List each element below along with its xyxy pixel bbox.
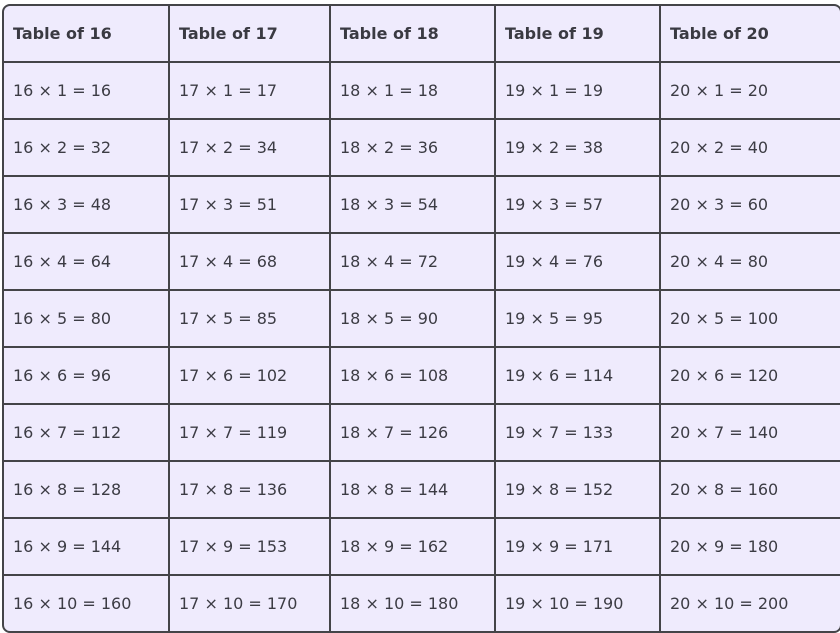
table-row: 16 × 8 = 128 17 × 8 = 136 18 × 8 = 144 19 ×… — [4, 462, 840, 519]
table-row: 16 × 9 = 144 17 × 9 = 153 18 × 9 = 162 19 ×… — [4, 519, 840, 576]
table-cell: 17 × 9 = 153 — [170, 519, 331, 576]
table-cell: 16 × 3 = 48 — [4, 177, 170, 234]
table-cell: 19 × 10 = 190 — [496, 576, 661, 631]
column-header: Table of 16 — [4, 6, 170, 63]
table-cell: 18 × 5 = 90 — [331, 291, 496, 348]
table-cell: 18 × 8 = 144 — [331, 462, 496, 519]
table-cell: 18 × 6 = 108 — [331, 348, 496, 405]
table-cell: 19 × 2 = 38 — [496, 120, 661, 177]
table-cell: 19 × 1 = 19 — [496, 63, 661, 120]
column-header: Table of 18 — [331, 6, 496, 63]
table-cell: 18 × 7 = 126 — [331, 405, 496, 462]
table-cell: 17 × 8 = 136 — [170, 462, 331, 519]
table-cell: 20 × 10 = 200 — [670, 594, 789, 613]
table-row: 16 × 7 = 112 17 × 7 = 119 18 × 7 = 126 19 ×… — [4, 405, 840, 462]
table-cell: 16 × 7 = 112 — [4, 405, 170, 462]
table-cell: 20 × 7 = 140 — [661, 405, 840, 462]
table-cell: 17 × 2 = 34 — [170, 120, 331, 177]
table-cell: 19 × 4 = 76 — [496, 234, 661, 291]
table-cell: 18 × 10 = 180 — [331, 576, 496, 631]
table-row: 16 × 10 = 160 17 × 10 = 170 18 × 10 = 180 1… — [4, 576, 840, 631]
table-cell: 16 × 9 = 144 — [4, 519, 170, 576]
table-cell: 20 × 1 = 20 — [661, 63, 840, 120]
table-cell: 16 × 5 = 80 — [4, 291, 170, 348]
table-cell: 16 × 4 = 64 — [4, 234, 170, 291]
multiplication-table: Table of 16 Table of 17 Table of 18 Tabl… — [2, 4, 840, 633]
header-row: Table of 16 Table of 17 Table of 18 Tabl… — [4, 6, 840, 63]
table-cell: 20 × 9 = 180 — [661, 519, 840, 576]
table-cell: 20 × 8 = 160 — [661, 462, 840, 519]
table-cell: 19 × 6 = 114 — [496, 348, 661, 405]
table-cell: 19 × 5 = 95 — [496, 291, 661, 348]
table-cell: 17 × 3 = 51 — [170, 177, 331, 234]
table-cell: 16 × 8 = 128 — [4, 462, 170, 519]
table-cell: 19 × 3 = 57 — [496, 177, 661, 234]
table-cell: 18 × 9 = 162 — [331, 519, 496, 576]
table-cell: 20 × 4 = 80 — [661, 234, 840, 291]
table-cell: 16 × 6 = 96 — [4, 348, 170, 405]
table-cell: 17 × 7 = 119 — [170, 405, 331, 462]
table-row: 16 × 3 = 48 17 × 3 = 51 18 × 3 = 54 19 × 3 … — [4, 177, 840, 234]
table-cell: 19 × 7 = 133 — [496, 405, 661, 462]
table-cell: 17 × 1 = 17 — [170, 63, 331, 120]
table-cell: 17 × 10 = 170 — [170, 576, 331, 631]
table-cell: 19 × 9 = 171 — [496, 519, 661, 576]
table-cell: 17 × 6 = 102 — [170, 348, 331, 405]
table-cell: 20 × 5 = 100 — [661, 291, 840, 348]
table-cell: 16 × 10 = 160 — [4, 576, 170, 631]
column-header: Table of 19 — [496, 6, 661, 63]
table-row: 16 × 2 = 32 17 × 2 = 34 18 × 2 = 36 19 × 2 … — [4, 120, 840, 177]
table-cell: 18 × 2 = 36 — [331, 120, 496, 177]
table-cell: 16 × 2 = 32 — [4, 120, 170, 177]
table-cell: 19 × 8 = 152 — [496, 462, 661, 519]
table-cell: 17 × 5 = 85 — [170, 291, 331, 348]
table-cell: 16 × 1 = 16 — [4, 63, 170, 120]
table-cell: 18 × 3 = 54 — [331, 177, 496, 234]
column-header: Table of 20 — [661, 6, 840, 63]
table-cell: 18 × 1 = 18 — [331, 63, 496, 120]
table-cell: 20 × 2 = 40 — [661, 120, 840, 177]
table-row: 16 × 6 = 96 17 × 6 = 102 18 × 6 = 108 19 × … — [4, 348, 840, 405]
column-header: Table of 17 — [170, 6, 331, 63]
table-cell: 17 × 4 = 68 — [170, 234, 331, 291]
table-row: 16 × 5 = 80 17 × 5 = 85 18 × 5 = 90 19 × 5 … — [4, 291, 840, 348]
table-cell: 20 × 6 = 120 — [661, 348, 840, 405]
table-row: 16 × 1 = 16 17 × 1 = 17 18 × 1 = 18 19 × 1 … — [4, 63, 840, 120]
table-cell: 20 × 3 = 60 — [661, 177, 840, 234]
table-row: 16 × 4 = 64 17 × 4 = 68 18 × 4 = 72 19 × 4 … — [4, 234, 840, 291]
table-cell: 18 × 4 = 72 — [331, 234, 496, 291]
